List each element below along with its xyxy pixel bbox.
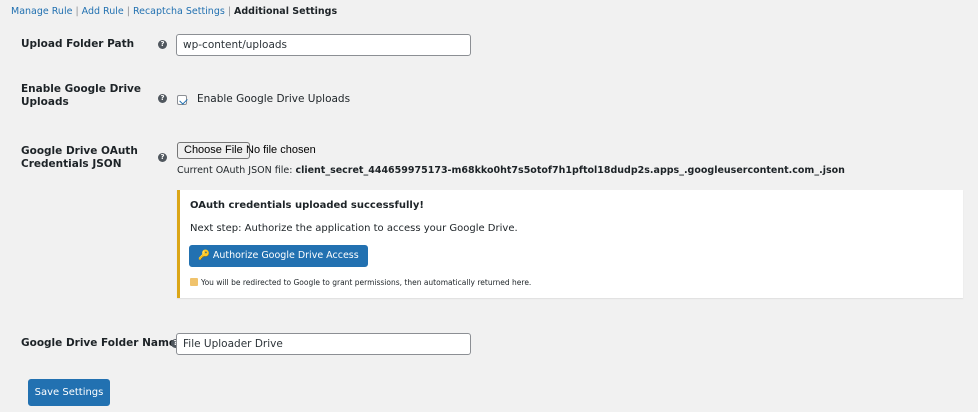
authorize-google-drive-button[interactable]: 🔑 Authorize Google Drive Access <box>189 245 368 267</box>
help-icon[interactable]: ? <box>158 94 167 103</box>
upload-folder-label: Upload Folder Path <box>21 38 135 50</box>
subnav: Manage Rule | Add Rule | Recaptcha Settings |… <box>11 6 337 17</box>
help-icon[interactable]: ? <box>158 40 167 49</box>
file-status-text: No file chosen <box>246 144 316 156</box>
subnav-separator: | <box>126 6 130 17</box>
oauth-credentials-label-line2: Credentials JSON <box>21 158 122 170</box>
oauth-success-notice: OAuth credentials uploaded successfully!… <box>177 190 963 298</box>
help-icon[interactable]: ? <box>158 153 167 162</box>
oauth-credentials-label: Google Drive OAuth Credentials JSON <box>21 145 138 171</box>
enable-drive-checkbox-label[interactable]: Enable Google Drive Uploads <box>197 93 350 105</box>
enable-drive-checkbox[interactable] <box>177 95 188 105</box>
oauth-credentials-label-line1: Google Drive OAuth <box>21 145 138 157</box>
redirect-note-text: You will be redirected to Google to gran… <box>201 278 532 287</box>
memo-icon <box>190 278 198 286</box>
subnav-add-rule[interactable]: Add Rule <box>82 6 124 17</box>
subnav-current-additional-settings: Additional Settings <box>234 6 338 17</box>
enable-drive-label-line2: Uploads <box>21 96 69 108</box>
subnav-separator: | <box>75 6 79 17</box>
save-settings-button[interactable]: Save Settings <box>28 379 110 406</box>
subnav-recaptcha-settings[interactable]: Recaptcha Settings <box>133 6 225 17</box>
enable-drive-label: Enable Google Drive Uploads <box>21 83 141 109</box>
folder-name-label: Google Drive Folder Name <box>21 337 177 349</box>
redirect-note: You will be redirected to Google to gran… <box>190 278 531 287</box>
key-icon: 🔑 <box>198 250 210 261</box>
enable-drive-label-line1: Enable Google Drive <box>21 83 142 95</box>
choose-file-button[interactable]: Choose File <box>177 142 250 159</box>
notice-text: Next step: Authorize the application to … <box>190 223 518 234</box>
folder-name-input[interactable]: File Uploader Drive <box>176 333 471 355</box>
subnav-manage-rule[interactable]: Manage Rule <box>11 6 72 17</box>
current-oauth-file-prefix: Current OAuth JSON file: <box>177 165 293 176</box>
checkmark-icon <box>178 95 188 105</box>
current-oauth-file: Current OAuth JSON file: client_secret_4… <box>177 165 845 176</box>
notice-title: OAuth credentials uploaded successfully! <box>190 200 424 211</box>
subnav-separator: | <box>227 6 232 17</box>
current-oauth-file-name: client_secret_444659975173-m68kko0ht7s5o… <box>295 165 845 176</box>
authorize-button-label: Authorize Google Drive Access <box>212 250 359 261</box>
upload-folder-input[interactable]: wp-content/uploads <box>176 34 471 56</box>
